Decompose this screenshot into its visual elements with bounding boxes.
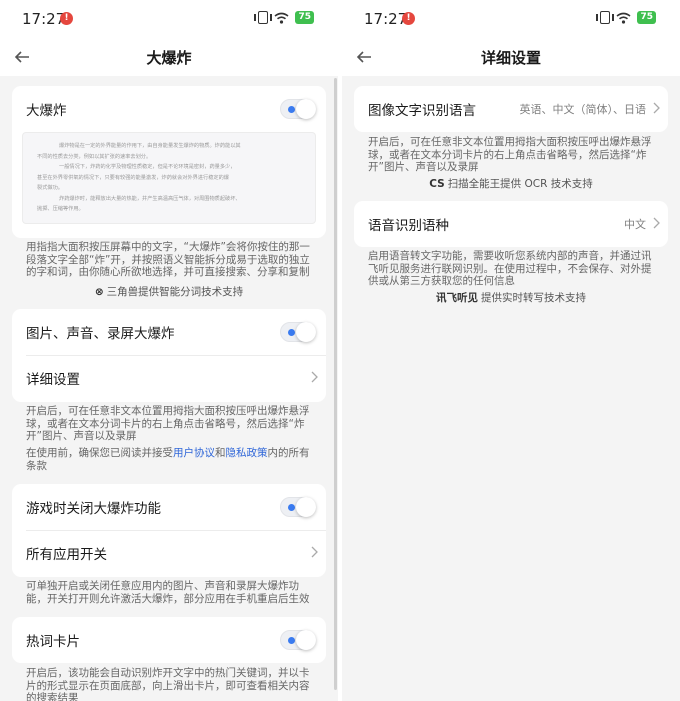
- chevron-right-icon: [311, 371, 318, 383]
- preview-line: 抛掷、压缩等作用。: [37, 206, 84, 212]
- chevron-right-icon: [653, 102, 660, 114]
- scrollbar[interactable]: [334, 78, 337, 690]
- bigbang-preview: 爆炸物是在一定的外界能量的作用下，由自身能量发生爆炸的物质。炸药能以其 不同的性…: [22, 132, 316, 224]
- status-bar: 17:27 ! 75: [342, 0, 680, 38]
- nav-bar: 大爆炸: [0, 38, 338, 76]
- media-card: 图片、声音、录屏大爆炸 详细设置: [12, 309, 326, 402]
- game-disable-label: 游戏时关闭大爆炸功能: [26, 501, 161, 517]
- battery-icon: 75: [637, 11, 656, 24]
- speech-language-value: 中文: [624, 218, 646, 231]
- speech-credit: 讯飞听见 提供实时转写技术支持: [342, 290, 680, 305]
- preview-line: 不同的性质去分类，例如以其扩张的速率去划分。: [37, 153, 152, 160]
- credit-text: 三角兽提供智能分词技术支持: [106, 286, 244, 298]
- hotword-description: 开启后，该功能会自动识别炸开文字中的热门关键词，并以卡片的形式显示在页面底部，向…: [26, 667, 310, 701]
- ocr-description: 开启后，可在任意非文本位置用拇指大面积按压呼出爆炸悬浮球，或者在文本分词卡片的右…: [368, 136, 652, 173]
- media-bigbang-label: 图片、声音、录屏大爆炸: [26, 326, 175, 342]
- wifi-icon: [616, 12, 631, 24]
- left-screen: 17:27 ! 75 大爆炸 大爆炸 爆炸物是在一定的外界能量的作用下，由自身能…: [0, 0, 338, 701]
- media-description: 开启后，可在任意非文本位置用拇指大面积按压呼出爆炸悬浮球，或者在文本分词卡片的右…: [26, 405, 310, 442]
- hotword-card: 热词卡片: [12, 617, 326, 663]
- bigbang-description: 用指指大面积按压屏幕中的文字，“大爆炸”会将你按住的那一段落文字全部“炸”开，并…: [26, 241, 310, 278]
- camscanner-logo-icon: CS: [429, 178, 445, 190]
- bigbang-credit: ⊗ 三角兽提供智能分词技术支持: [0, 284, 338, 299]
- hotword-label: 热词卡片: [26, 634, 80, 650]
- chevron-right-icon: [653, 217, 660, 229]
- privacy-policy-link[interactable]: 隐私政策: [226, 447, 268, 459]
- status-bar: 17:27 ! 75: [0, 0, 338, 38]
- bigbang-card: 大爆炸 爆炸物是在一定的外界能量的作用下，由自身能量发生爆炸的物质。炸药能以其 …: [12, 86, 326, 238]
- detail-settings-label: 详细设置: [26, 372, 80, 388]
- media-bigbang-toggle[interactable]: [280, 322, 316, 342]
- game-disable-row[interactable]: 游戏时关闭大爆炸功能: [12, 484, 326, 530]
- page-title: 详细设置: [480, 49, 541, 67]
- hotword-toggle[interactable]: [280, 630, 316, 650]
- speech-language-row[interactable]: 语音识别语种 中文: [354, 201, 668, 247]
- page-title: 大爆炸: [146, 49, 192, 67]
- detail-settings-row[interactable]: 详细设置: [12, 355, 326, 401]
- bigbang-label: 大爆炸: [26, 103, 67, 119]
- speech-language-label: 语音识别语种: [368, 218, 449, 234]
- status-time: 17:27: [364, 10, 408, 28]
- divider: [26, 355, 326, 356]
- right-screen: 17:27 ! 75 详细设置 图像文字识别语言 英语、中文（简体）、日语 开启…: [342, 0, 680, 701]
- divider: [26, 530, 326, 531]
- vibrate-icon: [596, 11, 615, 24]
- user-agreement-link[interactable]: 用户协议: [173, 447, 215, 459]
- preview-line: 甚至在外界零供氧的情况下，只要有较强的能量激发，炸药就会对外界进行稳定的爆: [37, 174, 229, 181]
- preview-line: 爆炸物是在一定的外界能量的作用下，由自身能量发生爆炸的物质。炸药能以其: [59, 143, 241, 149]
- iflyrec-logo-icon: 讯飞听见: [436, 292, 478, 304]
- ocr-language-label: 图像文字识别语言: [368, 103, 476, 119]
- vibrate-icon: [254, 11, 273, 24]
- battery-icon: 75: [295, 11, 314, 24]
- speech-description: 启用语音转文字功能，需要收听您系统内部的声音，并通过讯飞听见服务进行联网识别。在…: [368, 250, 652, 287]
- notification-badge-icon: !: [60, 12, 73, 25]
- credit-text: 提供实时转写技术支持: [481, 292, 586, 304]
- chevron-right-icon: [311, 546, 318, 558]
- bigbang-toggle[interactable]: [280, 99, 316, 119]
- credit-text: 扫描全能王提供 OCR 技术支持: [447, 178, 593, 190]
- preview-line: 一般情况下，炸药的化学及物理性质稳定，但是不论环境是密封，药量多少，: [59, 164, 236, 170]
- notification-badge-icon: !: [402, 12, 415, 25]
- bigbang-row[interactable]: 大爆炸: [12, 86, 326, 132]
- ocr-credit: CS 扫描全能王提供 OCR 技术支持: [342, 176, 680, 191]
- hotword-row[interactable]: 热词卡片: [12, 617, 326, 663]
- sanjiaoshou-logo-icon: ⊗: [94, 286, 104, 298]
- game-disable-toggle[interactable]: [280, 497, 316, 517]
- game-card: 游戏时关闭大爆炸功能 所有应用开关: [12, 484, 326, 577]
- all-apps-row[interactable]: 所有应用开关: [12, 530, 326, 576]
- all-apps-label: 所有应用开关: [26, 547, 107, 563]
- status-time: 17:27: [22, 10, 66, 28]
- ocr-language-value: 英语、中文（简体）、日语: [519, 103, 647, 116]
- game-description: 可单独开启或关闭任意应用内的图片、声音和录屏大爆炸功能，开关打开则允许激活大爆炸…: [26, 580, 310, 605]
- preview-line: 炸药爆炸时，能释放出大量的热能，并产生高温高压气体，对周围物质起破坏、: [59, 195, 241, 202]
- media-bigbang-row[interactable]: 图片、声音、录屏大爆炸: [12, 309, 326, 355]
- speech-language-card: 语音识别语种 中文: [354, 201, 668, 247]
- ocr-language-card: 图像文字识别语言 英语、中文（简体）、日语: [354, 86, 668, 132]
- terms-notice: 在使用前，确保您已阅读并接受用户协议和隐私政策内的所有条款: [26, 447, 310, 472]
- preview-line: 裂式做功。: [37, 185, 63, 191]
- nav-bar: 详细设置: [342, 38, 680, 76]
- ocr-language-row[interactable]: 图像文字识别语言 英语、中文（简体）、日语: [354, 86, 668, 132]
- wifi-icon: [274, 12, 289, 24]
